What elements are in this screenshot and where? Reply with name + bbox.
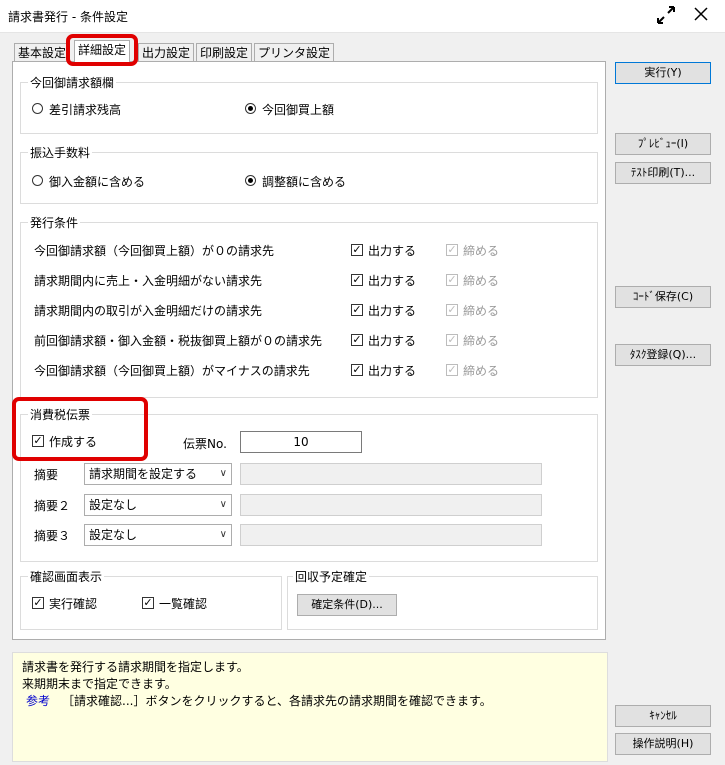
radio-remaining-balance-label: 差引請求残高: [49, 103, 122, 117]
output-label: 出力する: [368, 304, 417, 318]
chevron-down-icon: ∨: [219, 499, 227, 510]
issue-condition-label: 前回御請求額・御入金額・税抜御買上額が０の請求先: [34, 334, 323, 348]
help-line-1: 請求書を発行する請求期間を指定します。: [22, 660, 249, 674]
cancel-button[interactable]: ｷｬﾝｾﾙ: [615, 705, 711, 727]
code-save-button[interactable]: ｺｰﾄﾞ保存(C): [615, 286, 711, 308]
summary-2-text-field: [240, 494, 542, 516]
summary-3-select[interactable]: 設定なし ∨: [84, 524, 232, 546]
group-confirm-display-label: 確認画面表示: [28, 568, 105, 585]
slip-no-label: 伝票No.: [183, 437, 227, 451]
summary-1-value: 請求期間を設定する: [89, 467, 198, 481]
confirm-conditions-button[interactable]: 確定条件(D)...: [297, 594, 397, 616]
close-icon[interactable]: [692, 5, 710, 27]
radio-include-adjustment-label: 調整額に含める: [262, 175, 347, 189]
tab-basic[interactable]: 基本設定: [14, 43, 71, 62]
window-title: 請求書発行 - 条件設定: [8, 10, 128, 24]
group-transfer-fee-label: 振込手数料: [28, 144, 93, 161]
help-reference: 参考 ［請求確認...］ボタンをクリックすると、各請求先の請求期間を確認できます。: [22, 692, 492, 709]
output-label: 出力する: [368, 364, 417, 378]
checkbox-icon: ✓: [351, 333, 363, 346]
summary-3-label: 摘要３: [34, 529, 71, 543]
summary-1-text-field: [240, 463, 542, 485]
summary-2-value: 設定なし: [89, 498, 138, 512]
tab-printer[interactable]: プリンタ設定: [254, 43, 335, 62]
checkbox-icon: ✓: [351, 363, 363, 376]
preview-button[interactable]: ﾌﾟﾚﾋﾞｭｰ(I): [615, 133, 711, 155]
radio-icon: [32, 103, 43, 114]
group-this-period-label: 今回御請求額欄: [28, 74, 117, 91]
checkbox-icon: ✓: [446, 363, 458, 376]
close-label: 締める: [463, 364, 500, 378]
radio-icon: [32, 175, 43, 186]
summary-1-label: 摘要: [34, 468, 59, 482]
group-issue-conditions-label: 発行条件: [28, 214, 81, 231]
resize-arrows-icon[interactable]: [655, 4, 677, 30]
radio-icon: [245, 103, 256, 114]
checkbox-icon: ✓: [351, 243, 363, 256]
checkbox-icon: ✓: [351, 303, 363, 316]
radio-icon: [245, 175, 256, 186]
checkbox-icon: ✓: [446, 243, 458, 256]
output-label: 出力する: [368, 274, 417, 288]
close-label: 締める: [463, 334, 500, 348]
exec-confirm-label: 実行確認: [49, 597, 98, 611]
issue-condition-label: 今回御請求額（今回御買上額）が０の請求先: [34, 244, 275, 258]
radio-this-purchase-label: 今回御買上額: [262, 103, 335, 117]
summary-3-text-field: [240, 524, 542, 546]
help-panel: 請求書を発行する請求期間を指定します。 来期期末まで指定できます。 参考 ［請求確…: [12, 652, 608, 762]
summary-1-select[interactable]: 請求期間を設定する ∨: [84, 463, 232, 485]
group-collection-label: 回収予定確定: [293, 568, 370, 585]
slip-no-input[interactable]: 10: [240, 431, 362, 453]
issue-condition-label: 請求期間内の取引が入金明細だけの請求先: [34, 304, 263, 318]
chevron-down-icon: ∨: [219, 468, 227, 479]
checkbox-icon: ✓: [32, 596, 44, 609]
help-button[interactable]: 操作説明(H): [615, 733, 711, 755]
checkbox-icon: ✓: [446, 303, 458, 316]
radio-include-deposit-label: 御入金額に含める: [49, 175, 146, 189]
summary-2-label: 摘要２: [34, 499, 71, 513]
execute-button[interactable]: 実行(Y): [615, 62, 711, 84]
checkbox-icon: ✓: [446, 333, 458, 346]
output-label: 出力する: [368, 334, 417, 348]
tab-highlight: [66, 34, 138, 66]
issue-condition-label: 今回御請求額（今回御買上額）がマイナスの請求先: [34, 364, 310, 378]
close-label: 締める: [463, 274, 500, 288]
help-line-2: 来期期末まで指定できます。: [22, 677, 177, 691]
help-reference-text: ［請求確認...］ボタンをクリックすると、各請求先の請求期間を確認できます。: [62, 694, 492, 708]
checkbox-icon: ✓: [351, 273, 363, 286]
summary-3-value: 設定なし: [89, 528, 138, 542]
output-label: 出力する: [368, 244, 417, 258]
slip-no-value: 10: [293, 435, 309, 449]
checkbox-icon: ✓: [446, 273, 458, 286]
tax-slip-highlight: [12, 397, 148, 461]
checkbox-icon: ✓: [142, 596, 154, 609]
summary-2-select[interactable]: 設定なし ∨: [84, 494, 232, 516]
tab-print[interactable]: 印刷設定: [196, 43, 253, 62]
chevron-down-icon: ∨: [219, 529, 227, 540]
tab-output[interactable]: 出力設定: [138, 43, 195, 62]
list-confirm-label: 一覧確認: [159, 597, 208, 611]
test-print-button[interactable]: ﾃｽﾄ印刷(T)...: [615, 162, 711, 184]
close-label: 締める: [463, 304, 500, 318]
task-register-button[interactable]: ﾀｽｸ登録(Q)...: [615, 344, 711, 366]
help-reference-label[interactable]: 参考: [26, 694, 50, 708]
issue-condition-label: 請求期間内に売上・入金明細がない請求先: [34, 274, 263, 288]
close-label: 締める: [463, 244, 500, 258]
title-bar: 請求書発行 - 条件設定: [0, 0, 725, 33]
